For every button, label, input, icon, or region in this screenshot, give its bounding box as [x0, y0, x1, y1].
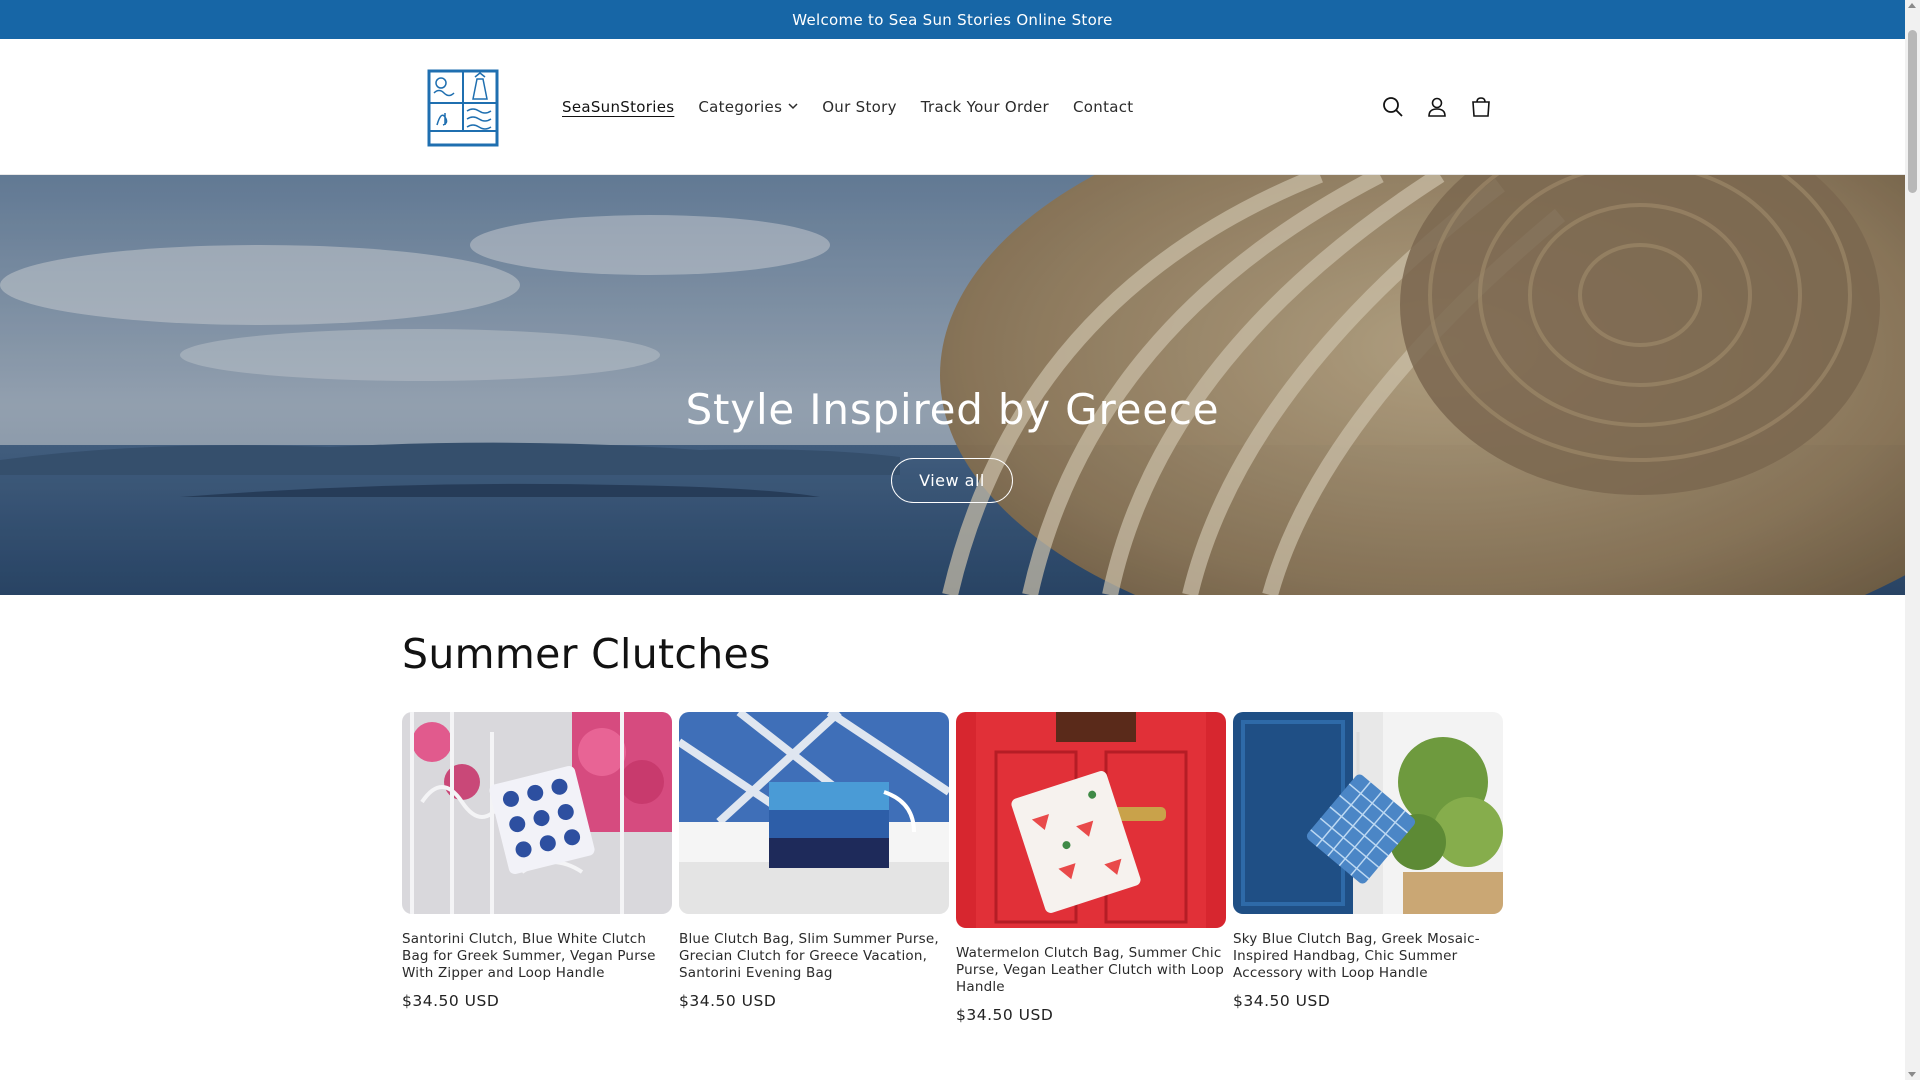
product-title[interactable]: Watermelon Clutch Bag, Summer Chic Purse… [956, 945, 1226, 996]
header-icons [1380, 39, 1494, 174]
product-price: $34.50 USD [402, 992, 500, 1010]
product-price: $34.50 USD [679, 992, 777, 1010]
product-title[interactable]: Santorini Clutch, Blue White Clutch Bag … [402, 931, 672, 982]
nav-link-home[interactable]: SeaSunStories [550, 98, 686, 116]
nav-label: Contact [1073, 97, 1134, 116]
nav-label: Our Story [822, 97, 897, 116]
page: Welcome to Sea Sun Stories Online Store … [0, 0, 1905, 1080]
product-card[interactable]: Watermelon Clutch Bag, Summer Chic Purse… [956, 712, 1226, 1024]
nav-link-track-order[interactable]: Track Your Order [909, 98, 1061, 116]
logo-image [427, 69, 499, 147]
nav-link-contact[interactable]: Contact [1061, 98, 1145, 116]
product-card[interactable]: Sky Blue Clutch Bag, Greek Mosaic-Inspir… [1233, 712, 1503, 1010]
product-card[interactable]: Santorini Clutch, Blue White Clutch Bag … [402, 712, 672, 1010]
site-header: SeaSunStories Categories Our Story Track… [0, 39, 1905, 175]
main-navigation: SeaSunStories Categories Our Story Track… [550, 39, 1146, 174]
product-image[interactable] [956, 712, 1226, 928]
scrollbar[interactable] [1905, 0, 1920, 1080]
nav-label: Track Your Order [920, 97, 1050, 116]
search-icon[interactable] [1380, 94, 1406, 120]
product-image[interactable] [402, 712, 672, 914]
nav-label: SeaSunStories [562, 97, 675, 116]
announcement-text: Welcome to Sea Sun Stories Online Store [792, 10, 1113, 29]
hero-title: Style Inspired by Greece [685, 385, 1220, 434]
store-logo[interactable] [427, 69, 499, 147]
view-all-button[interactable]: View all [891, 458, 1013, 503]
scroll-down-arrow[interactable] [1908, 1072, 1916, 1077]
scroll-up-arrow[interactable] [1908, 3, 1916, 8]
product-price: $34.50 USD [1233, 992, 1331, 1010]
account-icon[interactable] [1424, 94, 1450, 120]
product-price: $34.50 USD [956, 1006, 1054, 1024]
product-title[interactable]: Blue Clutch Bag, Slim Summer Purse, Grec… [679, 931, 949, 982]
product-image[interactable] [679, 712, 949, 914]
product-card[interactable]: Blue Clutch Bag, Slim Summer Purse, Grec… [679, 712, 949, 1010]
product-title[interactable]: Sky Blue Clutch Bag, Greek Mosaic-Inspir… [1233, 931, 1503, 982]
hero-banner: Style Inspired by Greece View all [0, 175, 1905, 595]
nav-link-our-story[interactable]: Our Story [810, 98, 909, 116]
nav-link-categories[interactable]: Categories [686, 98, 810, 116]
product-image[interactable] [1233, 712, 1503, 914]
product-grid: Santorini Clutch, Blue White Clutch Bag … [402, 712, 1504, 1024]
announcement-bar: Welcome to Sea Sun Stories Online Store [0, 0, 1905, 39]
chevron-down-icon [788, 102, 798, 113]
nav-label: Categories [698, 97, 783, 116]
scrollbar-thumb[interactable] [1908, 30, 1917, 193]
collection-title: Summer Clutches [402, 630, 771, 678]
cart-icon[interactable] [1468, 94, 1494, 120]
